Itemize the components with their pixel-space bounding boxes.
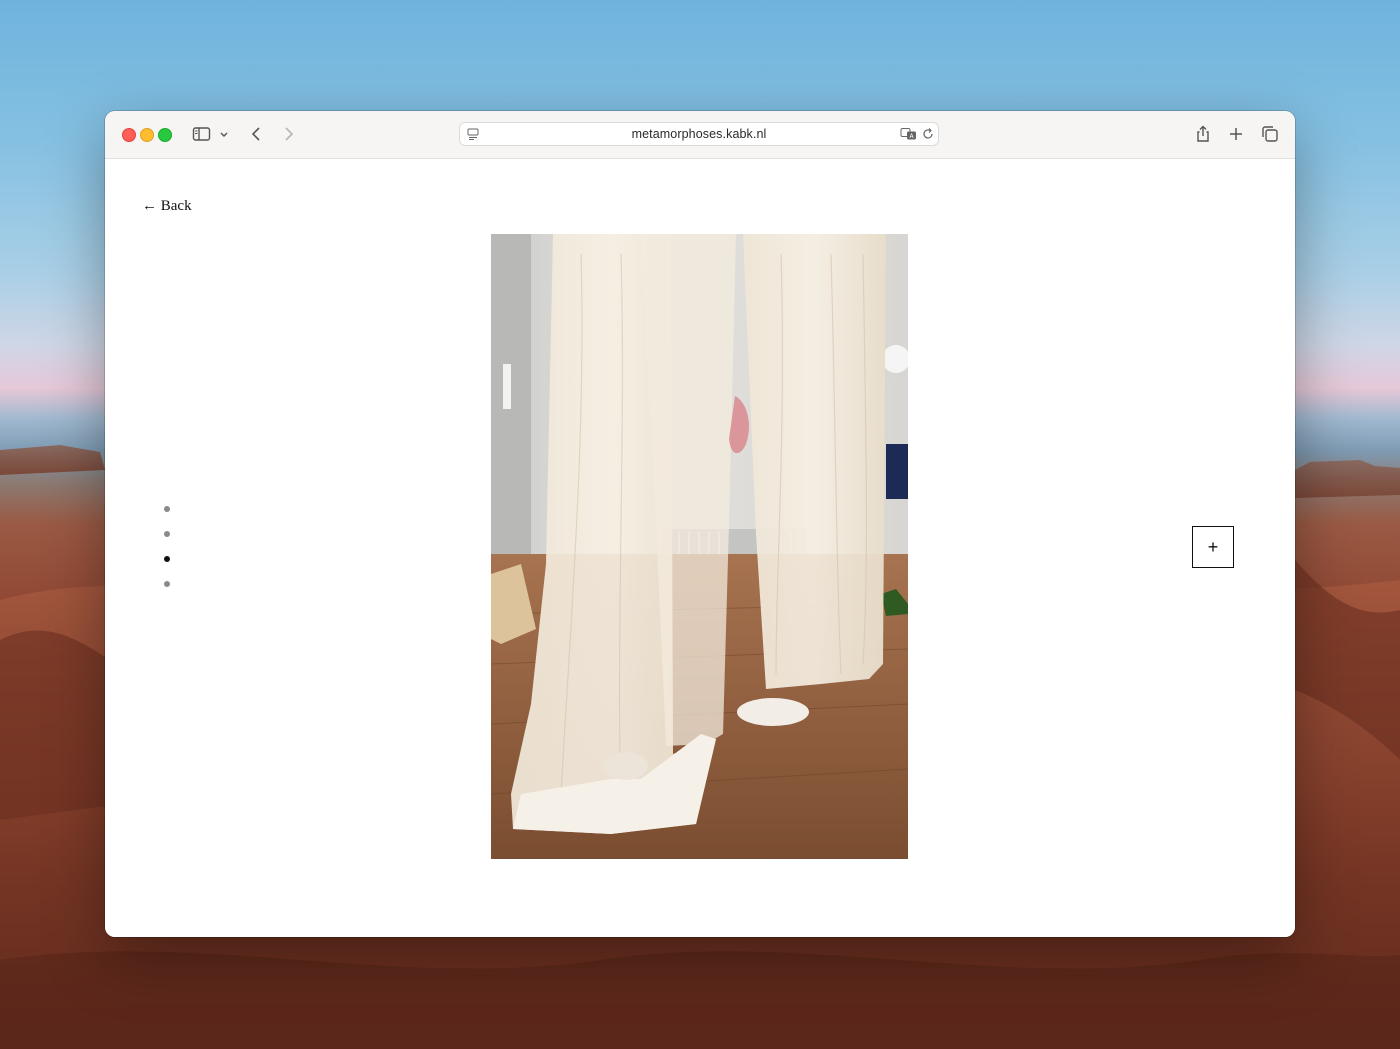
minimize-window-button[interactable] xyxy=(140,128,154,142)
page-content: ← Back + xyxy=(105,159,1295,937)
slide-dot-2[interactable] xyxy=(164,531,170,537)
address-bar[interactable]: metamorphoses.kabk.nl A xyxy=(459,122,939,146)
share-icon[interactable] xyxy=(1192,123,1214,145)
zoom-window-button[interactable] xyxy=(158,128,172,142)
browser-toolbar: metamorphoses.kabk.nl A xyxy=(105,111,1295,159)
expand-info-button[interactable]: + xyxy=(1192,526,1234,568)
new-tab-plus-icon[interactable] xyxy=(1225,123,1247,145)
chevron-left-icon[interactable] xyxy=(246,123,268,145)
chevron-right-icon[interactable] xyxy=(277,123,299,145)
back-link[interactable]: ← Back xyxy=(142,198,192,215)
chevron-down-icon[interactable] xyxy=(217,123,231,145)
browser-window: metamorphoses.kabk.nl A ← Back + xyxy=(105,111,1295,937)
tabs-icon[interactable] xyxy=(1259,123,1281,145)
curtain-installation-image xyxy=(491,234,908,859)
plus-icon: + xyxy=(1207,537,1219,557)
slide-dot-4[interactable] xyxy=(164,581,170,587)
reload-icon[interactable] xyxy=(921,127,935,141)
slide-dot-1[interactable] xyxy=(164,506,170,512)
close-window-button[interactable] xyxy=(122,128,136,142)
artwork-photo xyxy=(491,234,908,859)
translate-icon[interactable]: A xyxy=(900,127,918,141)
slide-dot-3-active[interactable] xyxy=(164,556,170,562)
url-text[interactable]: metamorphoses.kabk.nl xyxy=(460,127,938,141)
slide-pagination xyxy=(164,506,172,606)
sidebar-icon[interactable] xyxy=(191,123,213,145)
